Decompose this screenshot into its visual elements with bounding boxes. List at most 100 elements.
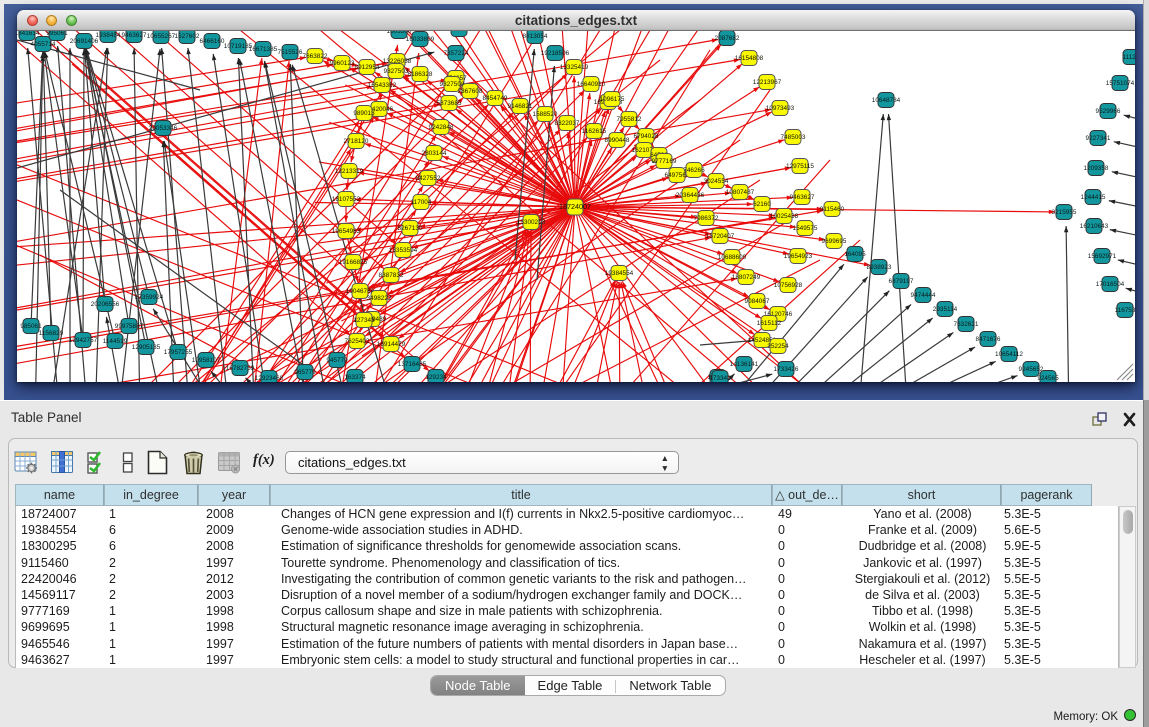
svg-text:9529966: 9529966 [1096,108,1121,115]
svg-text:16640910: 16640910 [577,81,606,88]
svg-text:12975115: 12975115 [786,163,814,170]
svg-text:10756928: 10756928 [774,282,803,289]
svg-text:965779: 965779 [294,369,316,376]
svg-text:19654923: 19654923 [784,253,813,260]
svg-text:9327503: 9327503 [384,68,409,75]
svg-text:127343: 127343 [353,317,375,324]
svg-text:2087682: 2087682 [715,35,740,42]
svg-text:19166825: 19166825 [339,259,368,266]
svg-text:9699695: 9699695 [822,238,847,245]
svg-text:16033809: 16033809 [406,36,435,43]
svg-text:163374: 163374 [344,374,366,381]
svg-text:3024554: 3024554 [704,178,729,185]
svg-text:8267130: 8267130 [398,225,423,232]
svg-text:8990448: 8990448 [605,137,630,144]
svg-text:9474444: 9474444 [911,292,936,299]
svg-text:945779: 945779 [326,357,348,364]
svg-text:6794028: 6794028 [634,133,659,140]
svg-text:9463627: 9463627 [790,194,815,201]
svg-text:173342: 173342 [709,375,731,382]
svg-text:9242848: 9242848 [429,124,454,131]
svg-text:1841634: 1841634 [17,31,40,37]
svg-text:8938923: 8938923 [867,264,892,271]
svg-text:10807487: 10807487 [726,189,755,196]
svg-text:9463627: 9463627 [122,32,147,39]
svg-text:62160: 62160 [753,201,771,208]
svg-text:129234: 129234 [425,374,447,381]
svg-text:8322037: 8322037 [555,120,580,127]
svg-text:995061: 995061 [46,31,68,37]
svg-text:8454749: 8454749 [483,95,508,102]
svg-text:9227341: 9227341 [1086,135,1111,142]
svg-text:9777169: 9777169 [652,158,677,165]
svg-text:8387832: 8387832 [379,272,404,279]
svg-text:10688609: 10688609 [718,254,747,261]
svg-text:12942757: 12942757 [69,337,98,344]
svg-text:1162615: 1162615 [582,128,607,135]
svg-text:10025438: 10025438 [770,213,799,220]
svg-text:989013: 989013 [353,110,375,117]
svg-text:15751074: 15751074 [1106,80,1135,87]
svg-text:16210643: 16210643 [1080,223,1109,230]
svg-text:19654983: 19654983 [332,228,361,235]
svg-text:1938454: 1938454 [96,32,121,39]
svg-text:10654112: 10654112 [995,351,1023,358]
svg-text:924565: 924565 [1037,375,1059,382]
svg-text:16154808: 16154808 [735,55,764,62]
svg-text:2367608: 2367608 [458,88,483,95]
svg-text:1209358: 1209358 [1084,165,1109,172]
svg-text:13353594: 13353594 [389,247,418,254]
svg-text:8186328: 8186328 [408,71,433,78]
svg-text:3215955: 3215955 [1052,209,1077,216]
svg-text:11123: 11123 [1123,54,1135,61]
svg-text:99975887: 99975887 [115,323,144,330]
svg-text:9245652: 9245652 [1019,366,1044,373]
svg-text:19218506: 19218506 [541,50,570,57]
svg-text:4055714: 4055714 [31,41,56,48]
svg-text:1588520: 1588520 [533,111,558,118]
svg-text:20691406: 20691406 [70,38,99,45]
svg-text:17957255: 17957255 [164,349,193,356]
svg-text:10958107: 10958107 [192,357,221,364]
svg-text:10973493: 10973493 [766,105,795,112]
svg-text:15692971: 15692971 [1088,253,1117,260]
svg-text:9960123: 9960123 [330,60,355,67]
svg-text:1244415: 1244415 [1081,194,1106,201]
svg-text:164095: 164095 [844,251,866,258]
svg-text:2803144: 2803144 [422,150,447,157]
svg-text:10648784: 10648784 [872,97,901,104]
svg-text:16107552: 16107552 [332,196,361,203]
svg-text:17359924: 17359924 [135,294,164,301]
svg-text:8813054: 8813054 [523,33,548,40]
svg-text:9146821: 9146821 [508,103,533,110]
svg-text:1615112: 1615112 [757,320,782,327]
svg-text:7515526: 7515526 [278,49,303,56]
svg-text:7357224: 7357224 [444,50,469,57]
svg-text:881305: 881305 [448,31,470,33]
svg-text:7625402: 7625402 [345,338,370,345]
svg-text:20364436: 20364436 [676,192,705,199]
svg-text:18807249: 18807249 [732,274,761,281]
svg-text:1549575: 1549575 [793,225,818,232]
svg-text:1144519: 1144519 [103,338,128,345]
svg-text:1733426: 1733426 [774,366,799,373]
svg-text:3498222: 3498222 [367,295,392,302]
svg-text:7986372: 7986372 [694,215,719,222]
svg-text:7663822: 7663822 [303,53,328,60]
svg-text:16914479: 16914479 [377,341,406,348]
svg-text:16782759: 16782759 [226,365,255,372]
svg-text:2935114: 2935114 [933,306,958,313]
svg-text:252254: 252254 [767,343,789,350]
svg-text:14136141: 14136141 [730,361,759,368]
svg-text:8427552: 8427552 [416,175,441,182]
svg-text:9115460: 9115460 [820,206,845,213]
svg-text:9327508: 9327508 [440,81,465,88]
svg-text:17016504: 17016504 [1096,281,1125,288]
svg-text:2718120: 2718120 [344,138,369,145]
svg-text:9084067: 9084067 [745,298,770,305]
svg-text:1527602: 1527602 [175,33,200,40]
svg-text:12213967: 12213967 [753,79,782,86]
svg-text:13716485: 13716485 [398,361,427,368]
svg-text:116753: 116753 [1115,307,1135,314]
svg-text:7485003: 7485003 [781,134,806,141]
